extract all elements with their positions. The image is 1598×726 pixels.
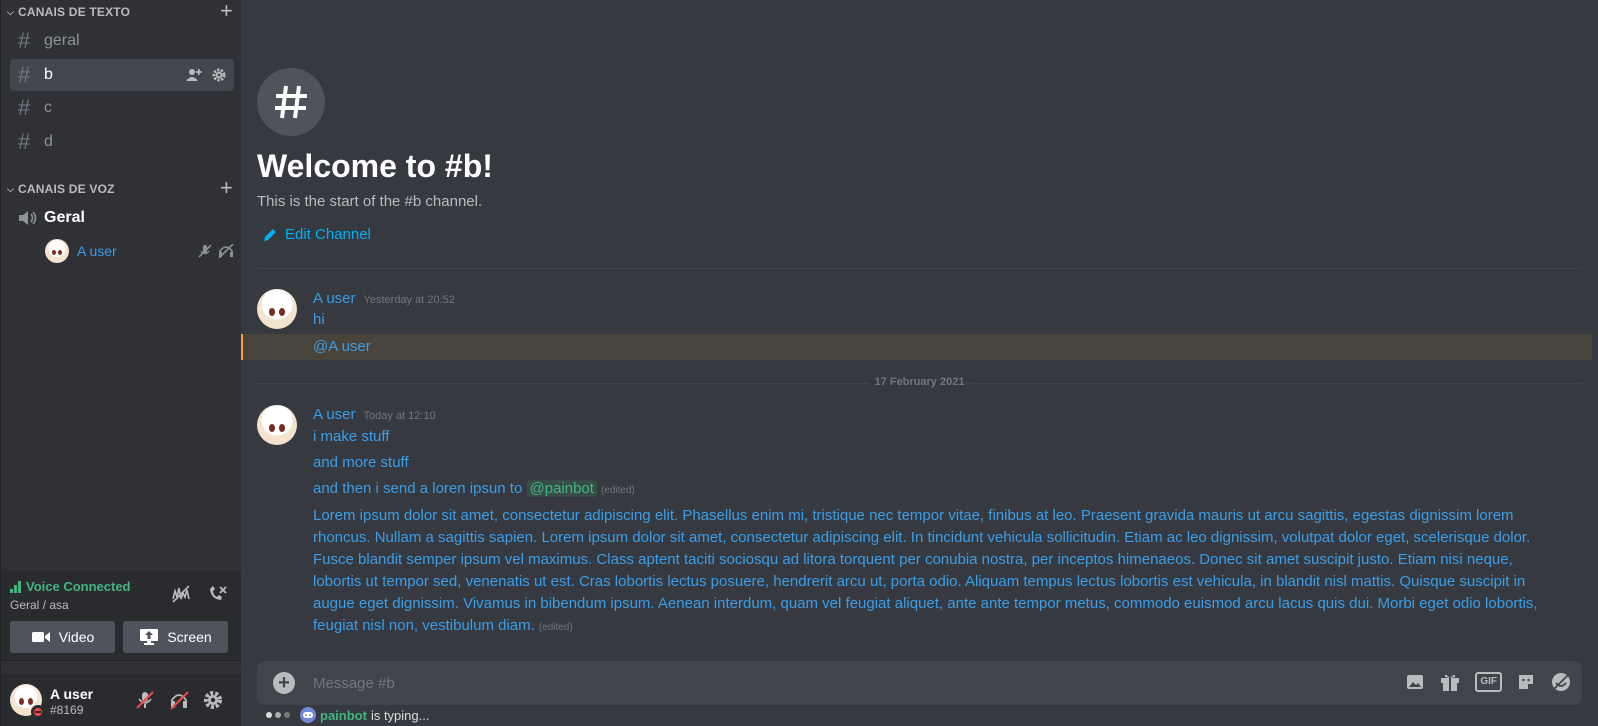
avatar[interactable]	[10, 684, 45, 719]
voice-status[interactable]: Voice Connected	[10, 579, 131, 594]
bot-avatar-icon	[300, 707, 316, 723]
lorem-text: Lorem ipsum dolor sit amet, consectetur …	[313, 507, 1538, 634]
signal-icon	[10, 580, 21, 593]
image-icon[interactable]	[1405, 672, 1425, 692]
message-composer: + GIF	[257, 661, 1582, 705]
screen-share-icon	[140, 629, 159, 645]
category-label: CANAIS DE TEXTO	[18, 5, 131, 19]
edited-tag: (edited)	[538, 622, 573, 633]
avatar[interactable]	[257, 289, 297, 329]
emoji-icon[interactable]	[1550, 671, 1572, 693]
channel-c[interactable]: # c	[10, 92, 234, 124]
message-text: and then i send a loren ipsun to @painbo…	[313, 479, 635, 501]
welcome-title: Welcome to #b!	[257, 148, 493, 184]
text-channels-category[interactable]: ⌵ CANAIS DE TEXTO +	[7, 0, 233, 22]
noise-suppression-icon[interactable]	[171, 585, 191, 603]
add-channel-icon[interactable]: +	[220, 177, 233, 199]
voice-user-name: A user	[77, 243, 117, 259]
author-name: A user	[313, 406, 356, 423]
dnd-status-icon	[31, 705, 45, 719]
edit-channel-link[interactable]: Edit Channel	[263, 226, 371, 243]
user-mention[interactable]: @painbot	[526, 480, 597, 497]
typing-dots-icon	[266, 712, 290, 718]
video-label: Video	[58, 629, 95, 645]
attach-plus-icon[interactable]: +	[273, 672, 295, 694]
channel-hash-icon	[257, 68, 325, 136]
category-label: CANAIS DE VOZ	[18, 182, 115, 196]
hash-icon: #	[18, 28, 31, 53]
edit-channel-label: Edit Channel	[285, 226, 371, 243]
avatar[interactable]	[257, 405, 297, 445]
camera-icon	[31, 632, 50, 642]
pencil-icon	[264, 228, 276, 241]
voice-channel-name: Geral	[44, 209, 85, 226]
date-label: 17 February 2021	[868, 376, 971, 388]
typing-suffix: is typing...	[370, 707, 430, 723]
chevron-down-icon: ⌵	[7, 183, 15, 194]
typing-user: painbot	[320, 707, 367, 723]
username[interactable]: A user	[50, 686, 93, 702]
typing-indicator: painbot is typing...	[266, 707, 429, 723]
video-button[interactable]: Video	[10, 621, 115, 653]
mention-highlight	[241, 334, 1592, 360]
voice-channels-category[interactable]: ⌵ CANAIS DE VOZ +	[7, 177, 233, 199]
mic-muted-icon	[198, 244, 212, 258]
disconnect-icon[interactable]	[207, 585, 227, 603]
chevron-down-icon: ⌵	[7, 6, 15, 17]
channel-name: c	[44, 99, 52, 116]
deafened-icon	[218, 244, 234, 258]
gift-icon[interactable]	[1439, 671, 1461, 693]
message-text-prefix: and then i send a loren ipsun to	[313, 480, 523, 497]
message-text: Lorem ipsum dolor sit amet, consectetur …	[313, 505, 1563, 639]
message-timestamp: Yesterday at 20:52	[363, 294, 455, 306]
message-timestamp: Today at 12:10	[363, 410, 436, 422]
voice-connection-panel: Voice Connected Geral / asa Video Screen	[1, 571, 241, 661]
mute-icon[interactable]	[135, 690, 155, 710]
message-author[interactable]: A user Yesterday at 20:52	[313, 290, 455, 307]
hash-icon: #	[18, 62, 31, 87]
screen-label: Screen	[167, 629, 212, 645]
avatar	[45, 239, 69, 263]
hash-icon: #	[18, 95, 31, 120]
welcome-subtitle: This is the start of the #b channel.	[257, 193, 483, 210]
message-text: i make stuff	[313, 428, 390, 445]
hash-icon: #	[18, 129, 31, 154]
screen-share-button[interactable]: Screen	[123, 621, 228, 653]
channel-d[interactable]: # d	[10, 126, 234, 158]
voice-channel-geral[interactable]: Geral	[10, 205, 234, 231]
chat-area: Welcome to #b! This is the start of the …	[241, 0, 1598, 726]
edited-tag: (edited)	[600, 485, 635, 496]
channel-b[interactable]: # b	[10, 59, 234, 91]
user-tag: #8169	[50, 703, 84, 717]
gear-icon[interactable]	[212, 68, 226, 82]
author-name: A user	[313, 290, 356, 307]
voice-location[interactable]: Geral / asa	[10, 598, 69, 612]
gif-button[interactable]: GIF	[1475, 672, 1502, 692]
channel-sidebar: ⌵ CANAIS DE TEXTO + # geral # b # c # d …	[0, 0, 241, 726]
channel-name: d	[44, 133, 53, 150]
divider	[257, 268, 1582, 269]
sticker-icon[interactable]	[1516, 672, 1536, 692]
channel-name: b	[44, 66, 53, 83]
voice-status-label: Voice Connected	[26, 579, 131, 594]
user-panel: A user #8169	[1, 674, 241, 726]
settings-gear-icon[interactable]	[203, 690, 223, 710]
voice-user[interactable]: A user	[45, 239, 234, 263]
message-input[interactable]	[313, 661, 1313, 705]
date-divider: 17 February 2021	[257, 376, 1582, 388]
message-author[interactable]: A user Today at 12:10	[313, 406, 436, 423]
channel-geral[interactable]: # geral	[10, 25, 234, 57]
message-mention[interactable]: @A user	[313, 337, 371, 357]
invite-icon[interactable]	[186, 68, 202, 82]
speaker-icon	[18, 210, 44, 226]
message-text: hi	[313, 311, 325, 328]
add-channel-icon[interactable]: +	[220, 0, 233, 22]
channel-name: geral	[44, 32, 80, 49]
deafen-icon[interactable]	[169, 690, 189, 710]
message-text: and more stuff	[313, 454, 409, 471]
